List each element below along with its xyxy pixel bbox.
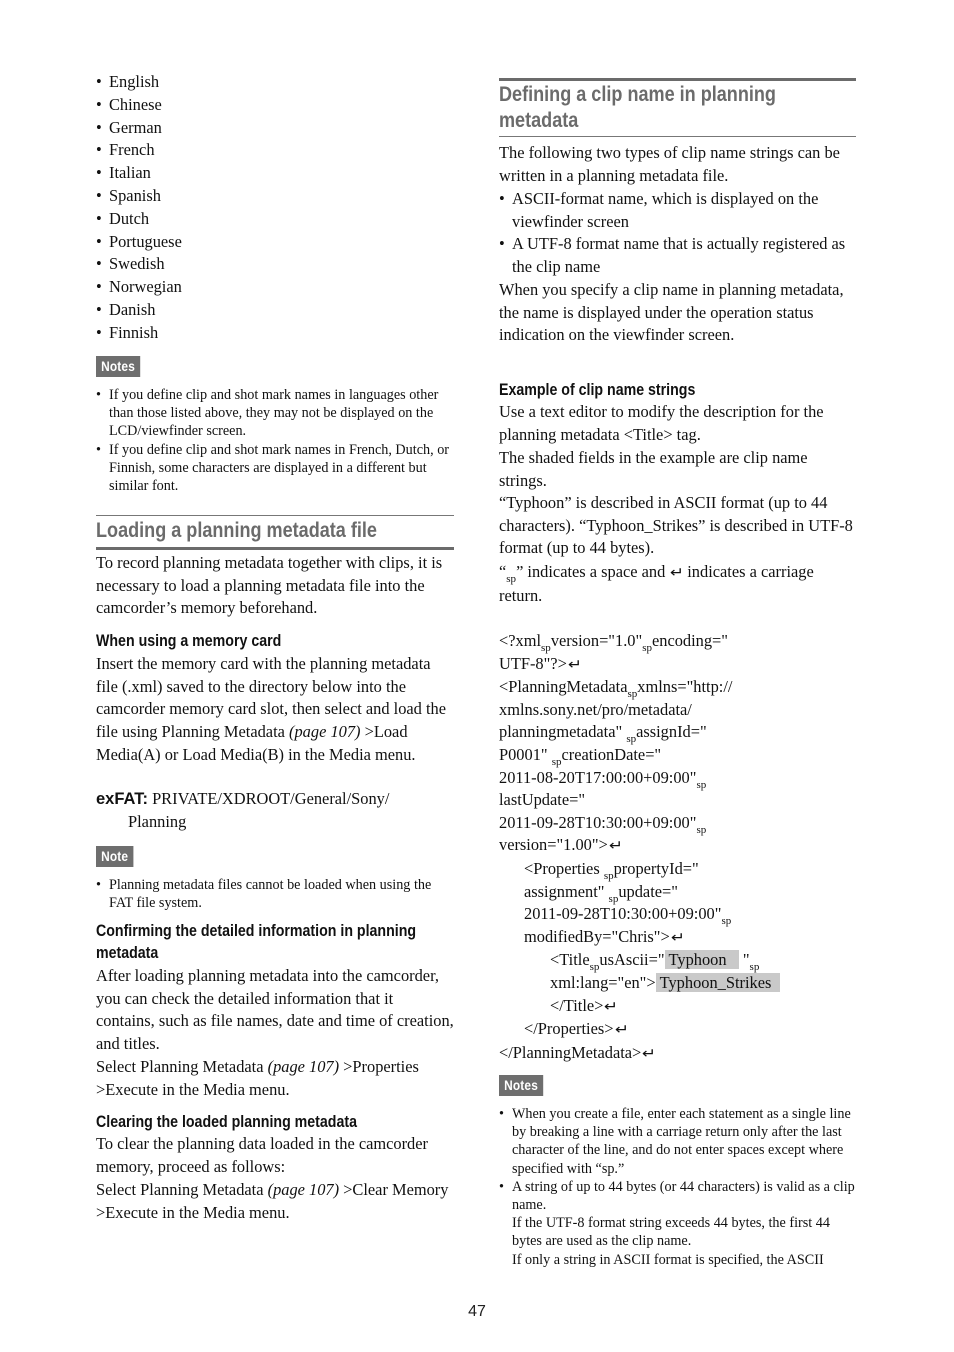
defining-intro: The following two types of clip name str… [499, 143, 840, 185]
code-line: </Title>↵ [499, 995, 856, 1019]
clearing-body: To clear the planning data loaded in the… [96, 1134, 428, 1176]
language-item: Danish [96, 299, 182, 322]
clip-name-types: ASCII-format name, which is displayed on… [499, 188, 856, 279]
language-item: English [96, 71, 182, 94]
bullet-item: ASCII-format name, which is displayed on… [499, 188, 856, 233]
example-p1: Use a text editor to modify the descript… [499, 402, 824, 444]
language-item: Italian [96, 162, 182, 185]
page-link[interactable]: (page 107) [268, 1180, 339, 1199]
code-line: version="1.00">↵ [499, 834, 856, 858]
code-line: 2011-08-20T17:00:00+09:00"sp [499, 767, 707, 791]
carriage-return-icon: ↵ [642, 1045, 657, 1062]
notes-badge: Notes [96, 355, 148, 378]
exfat-path: exFAT: PRIVATE/XDROOT/General/Sony/Plann… [96, 789, 390, 831]
note-item: If you define clip and shot mark names i… [96, 386, 454, 441]
code-line: lastUpdate=" [499, 790, 586, 810]
code-line: 2011-09-28T10:30:00+09:00"sp [524, 904, 732, 928]
note-badge-label: Note [96, 846, 134, 867]
note-badge: Note [96, 845, 140, 868]
notes-list: If you define clip and shot mark names i… [96, 386, 454, 495]
notes-list: When you create a file, enter each state… [499, 1105, 856, 1269]
note-item: A string of up to 44 bytes (or 44 charac… [499, 1178, 856, 1269]
language-item: Norwegian [96, 276, 182, 299]
subheading-clearing: Clearing the loaded planning metadata [96, 1113, 357, 1131]
section-heading-text: metadata [499, 109, 579, 132]
defining-after: When you specify a clip name in planning… [499, 280, 844, 345]
section-heading-defining: Defining a clip name in planning metadat… [499, 78, 856, 137]
language-item: Dutch [96, 208, 182, 231]
code-line: xml:lang="en"> Typhoon_Strikes [499, 972, 856, 995]
exfat-label: exFAT: [96, 790, 148, 808]
note-item: If you define clip and shot mark names i… [96, 441, 454, 496]
carriage-return-icon: ↵ [608, 838, 623, 855]
note-item: When you create a file, enter each state… [499, 1105, 856, 1178]
code-line: 2011-09-28T10:30:00+09:00"sp [499, 812, 707, 836]
xml-example: <?xmlspversion="1.0"spencoding=" UTF-8"?… [499, 630, 856, 1065]
page-link[interactable]: (page 107) [289, 722, 360, 741]
language-item: Portuguese [96, 231, 182, 254]
code-line: planningmetadata" spassignId=" [499, 722, 707, 746]
notes-badge: Notes [499, 1074, 551, 1097]
language-item: Spanish [96, 185, 182, 208]
language-item: French [96, 139, 182, 162]
code-line: modifiedBy="Chris">↵ [499, 926, 856, 950]
code-line: </PlanningMetadata>↵ [499, 1042, 856, 1066]
code-line: assignment" spupdate=" [524, 881, 678, 905]
shaded-utf8-clip-name: Typhoon_Strikes [655, 972, 780, 992]
example-p3: “Typhoon” is described in ASCII format (… [499, 493, 853, 558]
code-line: <PlanningMetadataspxmlns="http:// [499, 677, 733, 701]
example-p4: “sp” indicates a space and ↵ indicates a… [499, 562, 814, 605]
section-heading-loading: Loading a planning metadata file [96, 515, 454, 550]
code-line: xmlns.sony.net/pro/metadata/ [499, 699, 692, 719]
bullet-item: A UTF-8 format name that is actually reg… [499, 233, 856, 278]
notes-badge-label: Notes [96, 356, 141, 377]
code-line: <?xmlspversion="1.0"spencoding=" [499, 631, 728, 654]
carriage-return-icon: ↵ [614, 1022, 629, 1039]
clearing-instructions: Select Planning Metadata (page 107) >Cle… [96, 1180, 449, 1222]
subheading-memory-card: When using a memory card [96, 632, 282, 650]
example-p2: The shaded fields in the example are cli… [499, 448, 808, 490]
code-line: <Properties sppropertyId=" [524, 858, 699, 882]
carriage-return-icon: ↵ [670, 929, 685, 946]
note-list: Planning metadata files cannot be loaded… [96, 876, 454, 912]
subheading-confirming: Confirming the detailed information in p… [96, 922, 417, 962]
carriage-return-icon: ↵ [567, 656, 582, 673]
carriage-return-icon: ↵ [670, 565, 685, 581]
section-heading-text: Defining a clip name in planning [499, 83, 776, 106]
page-number: 47 [468, 1303, 486, 1320]
code-line: <TitlespusAscii=" Typhoon "sp [550, 950, 760, 974]
language-list: English Chinese German French Italian Sp… [96, 71, 182, 345]
note-item: Planning metadata files cannot be loaded… [96, 876, 454, 912]
code-line: P0001" spcreationDate=" [499, 744, 662, 768]
page-link[interactable]: (page 107) [268, 1057, 339, 1076]
code-line: </Properties>↵ [499, 1018, 856, 1042]
shaded-ascii-clip-name: Typhoon [664, 950, 739, 970]
notes-badge-label: Notes [499, 1075, 544, 1096]
subheading-example: Example of clip name strings [499, 381, 696, 399]
language-item: Chinese [96, 94, 182, 117]
loading-intro: To record planning metadata together wit… [96, 553, 443, 618]
carriage-return-icon: ↵ [604, 998, 619, 1015]
code-line: UTF-8"?>↵ [499, 653, 856, 677]
section-heading-text: Loading a planning metadata file [96, 519, 377, 542]
language-item: Finnish [96, 322, 182, 345]
memory-card-instructions: Insert the memory card with the planning… [96, 654, 446, 764]
language-item: Swedish [96, 253, 182, 276]
language-item: German [96, 117, 182, 140]
confirming-instructions: Select Planning Metadata (page 107) >Pro… [96, 1057, 419, 1099]
confirming-body: After loading planning metadata into the… [96, 966, 454, 1054]
